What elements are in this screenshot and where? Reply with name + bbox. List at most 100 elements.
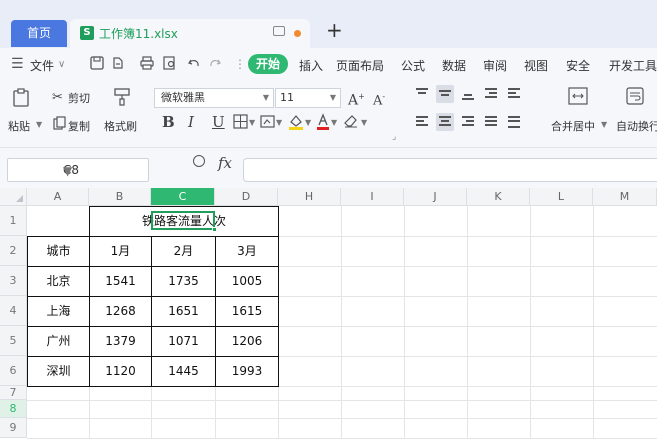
table-cell[interactable]: 广州 bbox=[28, 327, 89, 356]
menu-formulas[interactable]: 公式 bbox=[401, 57, 425, 74]
align-center-icon[interactable] bbox=[436, 113, 454, 131]
wrap-text-button[interactable]: 自动换行 bbox=[616, 118, 657, 134]
column-header-c[interactable]: C bbox=[151, 188, 215, 206]
table-cell[interactable]: 上海 bbox=[28, 297, 89, 326]
column-header-d[interactable]: D bbox=[215, 188, 278, 206]
increase-font-icon[interactable]: A+ bbox=[348, 89, 365, 109]
row-header-6[interactable]: 6 bbox=[0, 356, 27, 386]
paste-icon[interactable] bbox=[12, 88, 32, 111]
underline-button[interactable]: U bbox=[212, 114, 225, 130]
column-header-i[interactable]: I bbox=[341, 188, 404, 206]
save-icon[interactable] bbox=[90, 56, 104, 74]
decrease-font-icon[interactable]: A- bbox=[373, 89, 385, 109]
menu-insert[interactable]: 插入 bbox=[299, 57, 323, 74]
row-header-4[interactable]: 4 bbox=[0, 296, 27, 326]
increase-indent-icon[interactable] bbox=[505, 85, 523, 103]
table-cell[interactable]: 1615 bbox=[216, 297, 278, 326]
print-icon[interactable] bbox=[140, 56, 154, 74]
distributed-align-icon[interactable] bbox=[505, 113, 523, 131]
column-header-h[interactable]: H bbox=[278, 188, 341, 206]
bold-button[interactable]: B bbox=[162, 114, 175, 130]
table-cell[interactable]: 1071 bbox=[152, 327, 215, 356]
table-header-cell[interactable]: 3月 bbox=[216, 237, 278, 266]
spreadsheet-grid[interactable]: A B C D H I J K L M 1 2 3 4 5 6 7 8 9 铁路客流量人次 城市 1月 2月 3月 北京 1541… bbox=[0, 188, 657, 439]
menu-review[interactable]: 审阅 bbox=[483, 57, 507, 74]
print-preview-icon[interactable] bbox=[163, 56, 177, 74]
align-top-icon[interactable] bbox=[413, 85, 431, 103]
export-icon[interactable] bbox=[111, 56, 125, 74]
row-header-3[interactable]: 3 bbox=[0, 266, 27, 296]
align-bottom-icon[interactable] bbox=[459, 85, 477, 103]
fill-handle[interactable] bbox=[212, 227, 217, 232]
row-header-7[interactable]: 7 bbox=[0, 386, 27, 400]
font-size-select[interactable]: 11 ▼ bbox=[275, 88, 341, 108]
table-cell[interactable]: 1651 bbox=[152, 297, 215, 326]
menu-file[interactable]: 文件 bbox=[30, 57, 54, 74]
merge-center-button[interactable]: 合并居中 bbox=[551, 118, 595, 134]
font-name-select[interactable]: 微软雅黑 ▼ bbox=[154, 88, 274, 108]
merge-center-icon[interactable] bbox=[568, 87, 588, 108]
paste-button[interactable]: 粘贴 bbox=[8, 118, 30, 134]
table-cell[interactable]: 1735 bbox=[152, 267, 215, 296]
table-header-cell[interactable]: 2月 bbox=[152, 237, 215, 266]
fill-color-icon[interactable] bbox=[288, 113, 304, 133]
name-box[interactable]: C8 ▼ bbox=[7, 158, 149, 182]
menu-start[interactable]: 开始 bbox=[248, 54, 288, 74]
redo-icon[interactable] bbox=[208, 56, 222, 74]
decrease-indent-icon[interactable] bbox=[482, 85, 500, 103]
menu-data[interactable]: 数据 bbox=[442, 57, 466, 74]
selected-cell-c8[interactable] bbox=[151, 211, 215, 230]
row-header-9[interactable]: 9 bbox=[0, 418, 27, 438]
table-cell[interactable]: 1005 bbox=[216, 267, 278, 296]
zoom-icon[interactable] bbox=[193, 155, 205, 167]
fx-button[interactable]: fx bbox=[218, 154, 232, 172]
borders-dropdown-icon[interactable]: ▼ bbox=[249, 118, 255, 127]
menu-developer[interactable]: 开发工具 bbox=[609, 57, 657, 74]
menu-security[interactable]: 安全 bbox=[566, 57, 590, 74]
column-header-b[interactable]: B bbox=[89, 188, 151, 206]
row-header-2[interactable]: 2 bbox=[0, 236, 27, 266]
justify-icon[interactable] bbox=[482, 113, 500, 131]
clear-format-dropdown-icon[interactable]: ▼ bbox=[361, 118, 367, 127]
table-cell[interactable]: 1120 bbox=[90, 357, 151, 386]
copy-button[interactable]: 复制 bbox=[68, 118, 90, 134]
table-header-cell[interactable]: 1月 bbox=[90, 237, 151, 266]
new-tab-button[interactable]: + bbox=[326, 20, 343, 40]
font-color-icon[interactable] bbox=[316, 113, 330, 133]
cut-button[interactable]: 剪切 bbox=[68, 90, 90, 106]
monitor-icon[interactable] bbox=[273, 26, 285, 36]
clear-format-icon[interactable] bbox=[343, 113, 359, 132]
cell-style-icon[interactable] bbox=[260, 114, 275, 132]
table-cell[interactable]: 深圳 bbox=[28, 357, 89, 386]
column-header-m[interactable]: M bbox=[593, 188, 657, 206]
font-color-dropdown-icon[interactable]: ▼ bbox=[331, 118, 337, 127]
format-painter-icon[interactable] bbox=[112, 87, 132, 110]
formula-input[interactable] bbox=[243, 158, 657, 182]
row-header-8[interactable]: 8 bbox=[0, 400, 27, 418]
paste-dropdown-icon[interactable]: ▼ bbox=[36, 120, 42, 129]
italic-button[interactable]: I bbox=[188, 114, 194, 130]
menu-view[interactable]: 视图 bbox=[524, 57, 548, 74]
file-chevron-icon[interactable]: ∨ bbox=[58, 59, 65, 70]
table-cell[interactable]: 1541 bbox=[90, 267, 151, 296]
align-middle-icon[interactable] bbox=[436, 85, 454, 103]
align-left-icon[interactable] bbox=[413, 113, 431, 131]
row-header-5[interactable]: 5 bbox=[0, 326, 27, 356]
font-dialog-launcher-icon[interactable]: ⌟ bbox=[392, 132, 396, 142]
tab-home[interactable]: 首页 bbox=[11, 20, 67, 47]
table-header-cell[interactable]: 城市 bbox=[28, 237, 89, 266]
align-right-icon[interactable] bbox=[459, 113, 477, 131]
format-painter-button[interactable]: 格式刷 bbox=[104, 118, 137, 134]
select-all-corner[interactable] bbox=[0, 188, 27, 206]
hamburger-icon[interactable]: ☰ bbox=[11, 56, 24, 72]
table-cell[interactable]: 1445 bbox=[152, 357, 215, 386]
column-header-k[interactable]: K bbox=[467, 188, 530, 206]
table-cell[interactable]: 1993 bbox=[216, 357, 278, 386]
fill-color-dropdown-icon[interactable]: ▼ bbox=[305, 118, 311, 127]
merge-dropdown-icon[interactable]: ▼ bbox=[601, 120, 607, 129]
tab-document[interactable]: S 工作簿11.xlsx bbox=[70, 19, 310, 48]
column-header-l[interactable]: L bbox=[530, 188, 593, 206]
table-cell[interactable]: 1379 bbox=[90, 327, 151, 356]
undo-icon[interactable] bbox=[187, 56, 201, 74]
table-cell[interactable]: 1268 bbox=[90, 297, 151, 326]
